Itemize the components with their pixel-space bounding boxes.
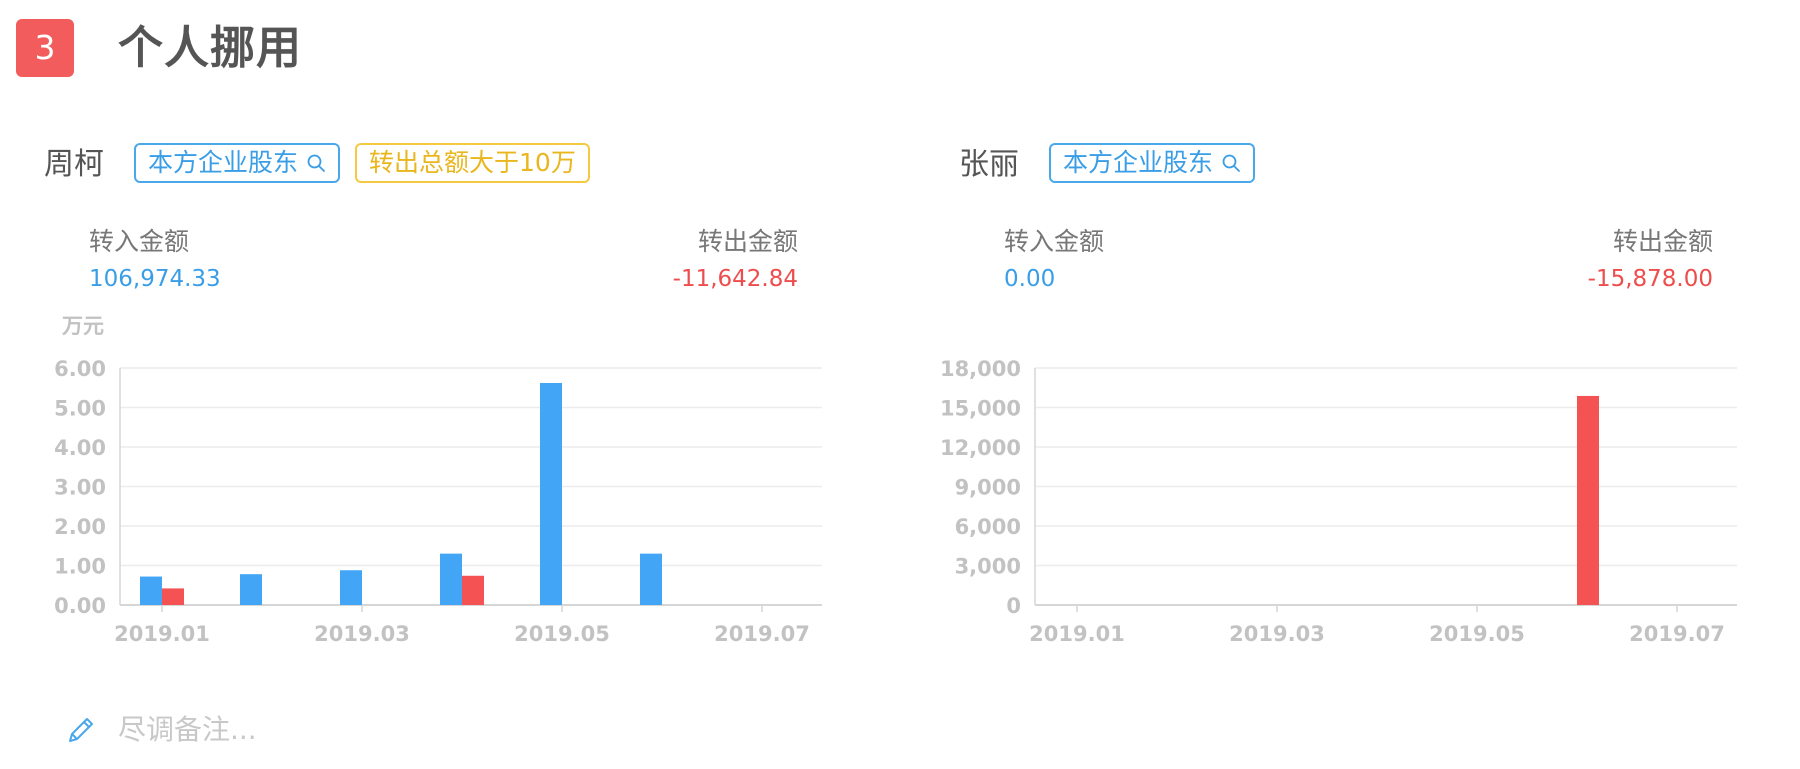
search-icon[interactable] xyxy=(306,153,326,173)
income-value: 106,974.33 xyxy=(89,266,221,292)
y-tick-label: 12,000 xyxy=(940,436,1021,460)
tag-label: 本方企业股东 xyxy=(1063,148,1214,177)
y-tick-label: 15,000 xyxy=(940,397,1021,421)
income-bar xyxy=(640,553,662,605)
outgo-bar xyxy=(462,575,484,605)
income-label: 转入金额 xyxy=(89,227,190,256)
income-bar xyxy=(440,553,462,605)
y-tick-label: 9,000 xyxy=(955,476,1021,500)
x-tick-label: 2019.01 xyxy=(1029,622,1125,646)
person-header: 张丽 本方企业股东 xyxy=(959,141,1270,185)
y-tick-label: 1.00 xyxy=(54,555,106,579)
y-tick-label: 6.00 xyxy=(54,357,106,381)
x-tick-label: 2019.01 xyxy=(114,622,210,646)
person-name: 张丽 xyxy=(959,147,1019,182)
y-tick-label: 3.00 xyxy=(54,476,106,500)
outgo-value: -15,878.00 xyxy=(1587,266,1713,292)
tag-shareholder[interactable]: 本方企业股东 xyxy=(134,143,341,183)
income-summary: 转入金额 106,974.33 xyxy=(89,225,221,296)
outgo-bar xyxy=(162,588,184,605)
income-label: 转入金额 xyxy=(1004,227,1105,256)
outgo-summary: 转出金额 -11,642.84 xyxy=(673,225,798,296)
remark-placeholder[interactable]: 尽调备注... xyxy=(118,708,257,752)
person-panel-2: 张丽 本方企业股东 转入金额 0.00 转出金额 -15,878.00 0 3,0… xyxy=(915,0,1775,700)
income-bar xyxy=(340,570,362,605)
income-value: 0.00 xyxy=(1004,266,1056,292)
x-tick-label: 2019.05 xyxy=(514,622,610,646)
y-tick-label: 3,000 xyxy=(955,555,1021,579)
outgo-label: 转出金额 xyxy=(1612,227,1713,256)
remark-row[interactable]: 尽调备注... xyxy=(64,708,257,752)
transfer-bar-chart-1: 万元 0.00 1.00 2.00 3.00 4.00 5.00 6.00 2019.01 201… xyxy=(0,300,860,650)
outgo-bar xyxy=(1577,395,1599,605)
pencil-icon[interactable] xyxy=(64,713,98,747)
chart-svg: 0 3,000 6,000 9,000 12,000 15,000 18,000 2019.0… xyxy=(940,357,1737,646)
tag-label: 转出总额大于10万 xyxy=(369,148,576,177)
x-tick-label: 2019.07 xyxy=(714,622,810,646)
y-tick-label: 0.00 xyxy=(54,594,106,618)
tag-label: 本方企业股东 xyxy=(148,148,299,177)
page: 3 个人挪用 周柯 本方企业股东 转出总额大于10万 转入金额 106,974.… xyxy=(0,0,1800,769)
income-bar xyxy=(140,576,162,605)
x-tick-label: 2019.03 xyxy=(314,622,410,646)
y-axis-unit-label: 万元 xyxy=(61,314,104,338)
person-header: 周柯 本方企业股东 转出总额大于10万 xyxy=(44,141,605,185)
person-panel-1: 周柯 本方企业股东 转出总额大于10万 转入金额 106,974.33 转出金额… xyxy=(0,0,860,700)
income-summary: 转入金额 0.00 xyxy=(1004,225,1104,296)
search-icon[interactable] xyxy=(1221,153,1241,173)
person-name: 周柯 xyxy=(44,147,104,182)
x-tick-label: 2019.03 xyxy=(1229,622,1325,646)
outgo-value: -11,642.84 xyxy=(672,266,798,292)
income-bar xyxy=(240,574,262,605)
tag-outgo-over-100k: 转出总额大于10万 xyxy=(355,143,590,183)
y-tick-label: 5.00 xyxy=(54,397,106,421)
y-tick-label: 6,000 xyxy=(955,515,1021,539)
x-tick-label: 2019.05 xyxy=(1429,622,1525,646)
y-tick-label: 2.00 xyxy=(54,515,106,539)
y-tick-label: 18,000 xyxy=(940,357,1021,381)
chart-svg: 万元 0.00 1.00 2.00 3.00 4.00 5.00 6.00 2019.01 201… xyxy=(54,314,822,646)
y-tick-label: 0 xyxy=(1006,594,1021,618)
outgo-summary: 转出金额 -15,878.00 xyxy=(1588,225,1713,296)
tag-shareholder[interactable]: 本方企业股东 xyxy=(1049,143,1256,183)
outgo-label: 转出金额 xyxy=(697,227,798,256)
transfer-bar-chart-2: 0 3,000 6,000 9,000 12,000 15,000 18,000 2019.0… xyxy=(915,300,1775,650)
y-tick-label: 4.00 xyxy=(54,436,106,460)
x-tick-label: 2019.07 xyxy=(1629,622,1725,646)
income-bar xyxy=(540,383,562,605)
